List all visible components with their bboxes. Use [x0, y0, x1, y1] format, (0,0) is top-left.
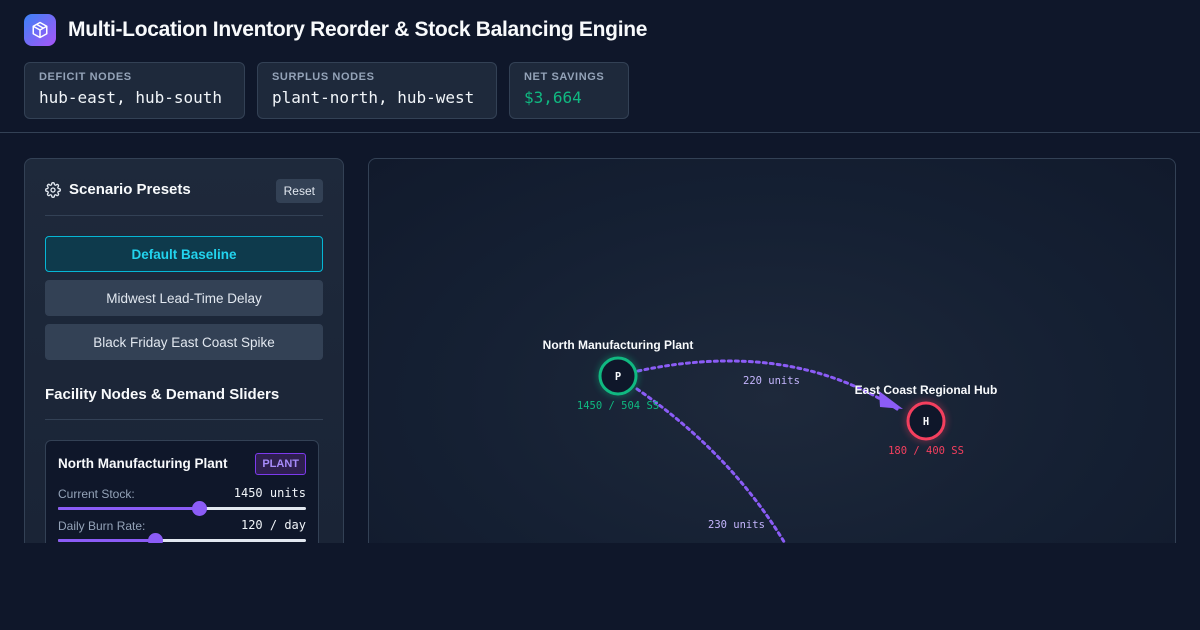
burn-rate-label: Daily Burn Rate:	[58, 519, 146, 533]
stat-surplus-nodes: SURPLUS NODES plant-north, hub-west	[257, 62, 497, 119]
slider-thumb[interactable]	[192, 501, 208, 516]
slider-fill	[58, 507, 200, 510]
node-stock: 1450 / 504 SS	[577, 400, 659, 412]
network-map-canvas: 220 units 230 units North Manufacturing …	[543, 338, 998, 557]
control-panel: Scenario Presets Reset Default Baseline …	[24, 158, 344, 558]
node-hub-east[interactable]: East Coast Regional Hub H 180 / 400 SS	[855, 383, 998, 457]
stock-slider[interactable]	[58, 501, 306, 516]
burn-rate-value: 120 / day	[240, 518, 306, 532]
node-letter: H	[923, 416, 929, 428]
stock-label: Current Stock:	[58, 487, 135, 501]
node-name: East Coast Regional Hub	[855, 383, 998, 397]
flow-label: 230 units	[708, 519, 765, 531]
node-letter: P	[615, 371, 621, 383]
stat-value: $3,664	[524, 88, 582, 107]
stat-value: plant-north, hub-west	[272, 88, 475, 107]
flow-line-plant-north-hub-south	[635, 387, 795, 557]
presets-title: Scenario Presets	[69, 181, 191, 198]
gear-icon	[45, 181, 61, 198]
facility-nodes-title: Facility Nodes & Demand Sliders	[45, 386, 280, 403]
reset-button[interactable]: Reset	[275, 179, 323, 203]
page-background	[0, 543, 1200, 630]
stat-label: NET SAVINGS	[524, 71, 605, 83]
app-header: Multi-Location Inventory Reorder & Stock…	[0, 0, 1200, 133]
stat-label: DEFICIT NODES	[39, 71, 132, 83]
slider-fill	[58, 539, 155, 542]
stat-deficit-nodes: DEFICIT NODES hub-east, hub-south	[24, 62, 245, 119]
stat-value: hub-east, hub-south	[39, 88, 223, 107]
flow-label: 220 units	[743, 375, 800, 387]
stat-net-savings: NET SAVINGS $3,664	[509, 62, 629, 119]
burn-rate-slider[interactable]	[58, 533, 306, 548]
node-plant-north[interactable]: North Manufacturing Plant P 1450 / 504 S…	[543, 338, 694, 412]
divider	[45, 215, 323, 216]
presets-header: Scenario Presets	[45, 181, 191, 198]
app-title: Multi-Location Inventory Reorder & Stock…	[68, 18, 648, 41]
stock-value: 1450 units	[233, 486, 306, 500]
node-name: North Manufacturing Plant	[543, 338, 694, 352]
preset-default-baseline[interactable]: Default Baseline	[45, 236, 323, 272]
node-type-badge: PLANT	[255, 453, 306, 475]
node-card-name: North Manufacturing Plant	[58, 456, 228, 471]
network-map[interactable]: 220 units 230 units North Manufacturing …	[368, 158, 1176, 558]
preset-midwest-lead-time-delay[interactable]: Midwest Lead-Time Delay	[45, 280, 323, 316]
preset-black-friday-spike[interactable]: Black Friday East Coast Spike	[45, 324, 323, 360]
node-card-plant-north: North Manufacturing Plant PLANT Current …	[45, 440, 319, 557]
stat-label: SURPLUS NODES	[272, 71, 375, 83]
divider	[45, 419, 323, 420]
node-stock: 180 / 400 SS	[888, 445, 964, 457]
package-icon	[24, 14, 56, 46]
